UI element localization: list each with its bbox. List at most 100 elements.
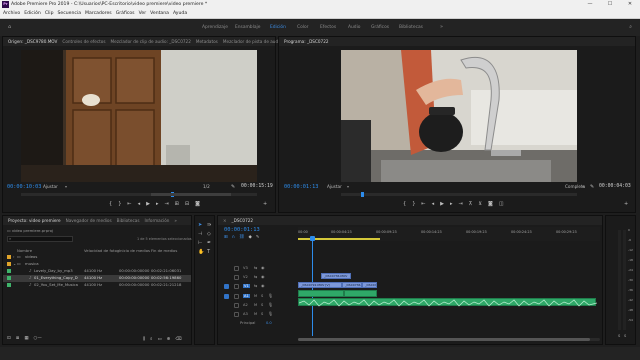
solo-right-button[interactable]: S (624, 334, 626, 338)
lock-icon[interactable] (234, 284, 239, 289)
menu-ver[interactable]: Ver (139, 11, 147, 16)
menu-secuencia[interactable]: Secuencia (58, 11, 82, 16)
audio-clip-a1-2[interactable] (344, 290, 377, 297)
audio-clip-a2-music[interactable] (298, 298, 597, 307)
ripple-edit-tool-icon[interactable]: ⊣ (198, 231, 202, 237)
type-tool-icon[interactable]: T (207, 249, 210, 255)
mute-button[interactable]: M (254, 303, 257, 307)
wrench-icon[interactable]: ✎ (231, 184, 235, 190)
menu-graficos[interactable]: Gráficos (116, 11, 135, 16)
video-clip-v2[interactable]: _DSC0736.MOV (321, 273, 351, 279)
program-video-frame[interactable] (341, 50, 577, 182)
microphone-icon[interactable]: 🎙 (268, 311, 273, 316)
source-mini-timeline[interactable] (21, 192, 257, 197)
compare-icon[interactable]: ◫ (499, 201, 504, 207)
chevron-down-icon[interactable]: ▾ (347, 184, 349, 189)
search-icon[interactable]: ⌕ (150, 336, 152, 342)
tab-audio-clip-mixer[interactable]: Mezclador de clip de audio: _DSC0722 (111, 39, 191, 44)
master-volume-value[interactable]: 0.0 (266, 321, 272, 325)
menu-ayuda[interactable]: Ayuda (173, 11, 187, 16)
source-fit-select[interactable]: Ajustar (43, 184, 58, 189)
list-item[interactable]: › ▭ videos (3, 254, 191, 261)
lock-icon[interactable]: ⊡ (7, 336, 11, 341)
list-view-icon[interactable]: ≣ (16, 336, 20, 341)
solo-left-button[interactable]: S (618, 334, 620, 338)
track-label-a1[interactable]: A1 (243, 294, 250, 298)
step-forward-icon[interactable]: ▸ (450, 201, 453, 207)
disclosure-triangle-icon[interactable]: ⌄ (13, 261, 16, 266)
tab-libraries[interactable]: Bibliotecas (117, 218, 140, 223)
sync-lock-icon[interactable]: ⇆ (254, 265, 257, 270)
table-row-selected[interactable]: ♪ 01_Everything_Copy_D 44100 Hz 00:00:00… (3, 275, 191, 282)
workspace-audio[interactable]: Audio (348, 25, 360, 30)
tab-project[interactable]: Proyecto: video premiere (8, 218, 61, 223)
workspace-graficos[interactable]: Gráficos (371, 25, 389, 30)
menu-clip[interactable]: Clip (45, 11, 54, 16)
chevron-down-icon[interactable]: ▾ (65, 184, 67, 189)
mute-button[interactable]: M (254, 294, 257, 298)
tab-info[interactable]: Información (145, 218, 170, 223)
linked-selection-icon[interactable]: ⛓ (239, 235, 245, 240)
new-bin-icon[interactable]: ▭ (158, 337, 162, 342)
workspace-color[interactable]: Color (297, 25, 308, 30)
video-clip-v1-3[interactable]: _DSC0734.MOV (362, 282, 377, 288)
solo-button[interactable]: S (261, 312, 263, 316)
lock-icon[interactable] (234, 303, 239, 308)
wrench-icon[interactable]: ✎ (256, 235, 260, 240)
workspace-edicion[interactable]: Edición (270, 25, 286, 30)
add-button-icon[interactable]: + (263, 201, 267, 207)
play-icon[interactable]: ▶ (440, 201, 444, 207)
mark-in-icon[interactable]: { (109, 201, 112, 207)
snap-icon[interactable]: ∩ (232, 235, 235, 240)
play-icon[interactable]: ▶ (146, 201, 150, 207)
zoom-slider-icon[interactable]: ○— (34, 336, 42, 341)
audio-clip-a1-1[interactable] (298, 290, 344, 297)
table-row[interactable]: ♪ Lovely_Day_by_mp3 44100 Hz 00:00:00:00… (3, 268, 191, 275)
lock-icon[interactable] (234, 312, 239, 317)
lock-icon[interactable] (234, 266, 239, 271)
mark-out-icon[interactable]: } (412, 201, 415, 207)
step-back-icon[interactable]: ◂ (138, 201, 141, 207)
selection-tool-icon[interactable]: ➤ (198, 222, 202, 228)
chevron-down-icon[interactable]: ▾ (582, 184, 584, 189)
source-patch-a1[interactable] (224, 294, 229, 299)
solo-button[interactable]: S (261, 303, 263, 307)
mark-out-icon[interactable]: } (118, 201, 121, 207)
track-select-tool-icon[interactable]: ⇛ (207, 222, 211, 228)
minimize-button[interactable]: — (580, 0, 600, 9)
timeline-ruler[interactable]: 00:00 00:00:04:23 00:00:09:23 00:00:14:2… (298, 227, 600, 241)
column-frame-rate[interactable]: Velocidad de fotog (84, 248, 119, 253)
razor-tool-icon[interactable]: ◇ (207, 231, 211, 237)
project-search-input[interactable]: ⌕ (7, 236, 73, 242)
eye-icon[interactable]: ◉ (261, 265, 265, 270)
go-to-out-icon[interactable]: ⇥ (458, 201, 462, 207)
source-video-frame[interactable] (21, 50, 257, 182)
go-to-out-icon[interactable]: ⇥ (164, 201, 168, 207)
video-clip-v1-1[interactable]: _DSC0722.MOV [V] (298, 282, 342, 288)
add-button-icon[interactable]: + (624, 201, 628, 207)
extract-icon[interactable]: ⊻ (478, 201, 482, 207)
camera-icon[interactable]: ◙ (488, 201, 493, 207)
overwrite-icon[interactable]: ⊟ (185, 201, 189, 207)
tab-effect-controls[interactable]: Controles de efectos (62, 39, 105, 44)
lift-icon[interactable]: ⊼ (469, 201, 473, 207)
video-clip-v1-2[interactable]: _DSC0736.MOV [V] (342, 282, 362, 288)
more-workspaces-icon[interactable]: » (440, 24, 443, 30)
tab-metadata[interactable]: Metadatos (196, 39, 218, 44)
sync-lock-icon[interactable]: ⇆ (254, 283, 257, 288)
source-timecode[interactable]: 00:00:10:03 (7, 184, 41, 190)
icon-view-icon[interactable]: ▦ (24, 336, 28, 341)
mute-button[interactable]: M (254, 312, 257, 316)
pen-tool-icon[interactable]: ✒ (207, 240, 211, 246)
wrench-icon[interactable]: ✎ (590, 184, 594, 190)
table-row[interactable]: ♪ 02_You_Set_Me_Musica 44100 Hz 00:00:00… (3, 282, 191, 289)
menu-ventana[interactable]: Ventana (150, 11, 169, 16)
workspace-ensamblaje[interactable]: Ensamblaje (235, 25, 260, 30)
menu-edicion[interactable]: Edición (24, 11, 41, 16)
automate-icon[interactable]: ⫼ (143, 336, 145, 342)
column-media-end[interactable]: Fin de medios (151, 248, 177, 253)
column-name[interactable]: Nombre (17, 248, 32, 253)
microphone-icon[interactable]: 🎙 (268, 302, 273, 307)
timeline-timecode[interactable]: 00:00:01:13 (224, 227, 260, 233)
go-to-in-icon[interactable]: ⇤ (421, 201, 425, 207)
